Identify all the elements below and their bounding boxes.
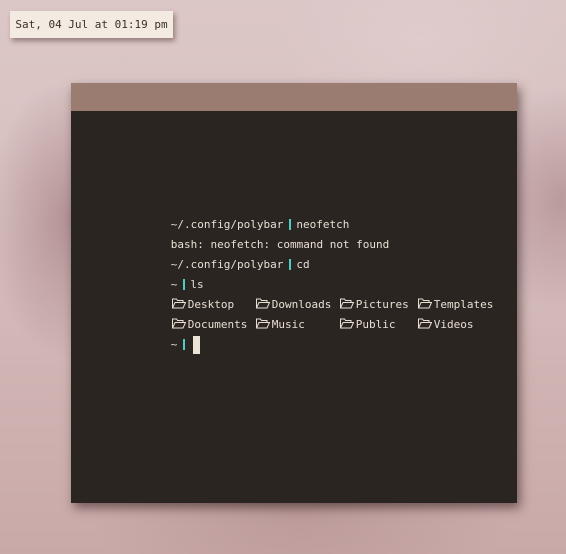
- clock-widget: Sat, 04 Jul at 01:19 pm: [10, 11, 173, 38]
- terminal-line: ~ ls: [131, 255, 204, 291]
- folder-open-icon: [339, 318, 354, 329]
- terminal-line: ~/.config/polybar cd: [131, 235, 310, 271]
- terminal-input-line[interactable]: ~: [131, 315, 201, 354]
- ls-item-label: Videos: [433, 318, 474, 331]
- terminal-line: bash: neofetch: command not found: [131, 215, 390, 251]
- terminal-content[interactable]: ~/.config/polybar neofetch bash: neofetch…: [71, 111, 517, 503]
- prompt-separator-icon: [183, 338, 186, 350]
- text-cursor[interactable]: [193, 336, 201, 354]
- terminal-window[interactable]: ~/.config/polybar neofetch bash: neofetch…: [71, 83, 517, 503]
- clock-text: Sat, 04 Jul at 01:19 pm: [15, 18, 168, 31]
- ls-item: Templates: [378, 275, 493, 311]
- window-titlebar[interactable]: [71, 83, 517, 111]
- command-text: cd: [296, 258, 310, 271]
- terminal-line: ~/.config/polybar neofetch: [131, 195, 350, 231]
- folder-open-icon: [417, 318, 432, 329]
- prompt-path: ~: [170, 338, 178, 351]
- ls-item: Music: [216, 295, 305, 331]
- prompt-separator-icon: [289, 258, 292, 270]
- ls-item: Videos: [378, 295, 474, 331]
- folder-open-icon: [255, 318, 270, 329]
